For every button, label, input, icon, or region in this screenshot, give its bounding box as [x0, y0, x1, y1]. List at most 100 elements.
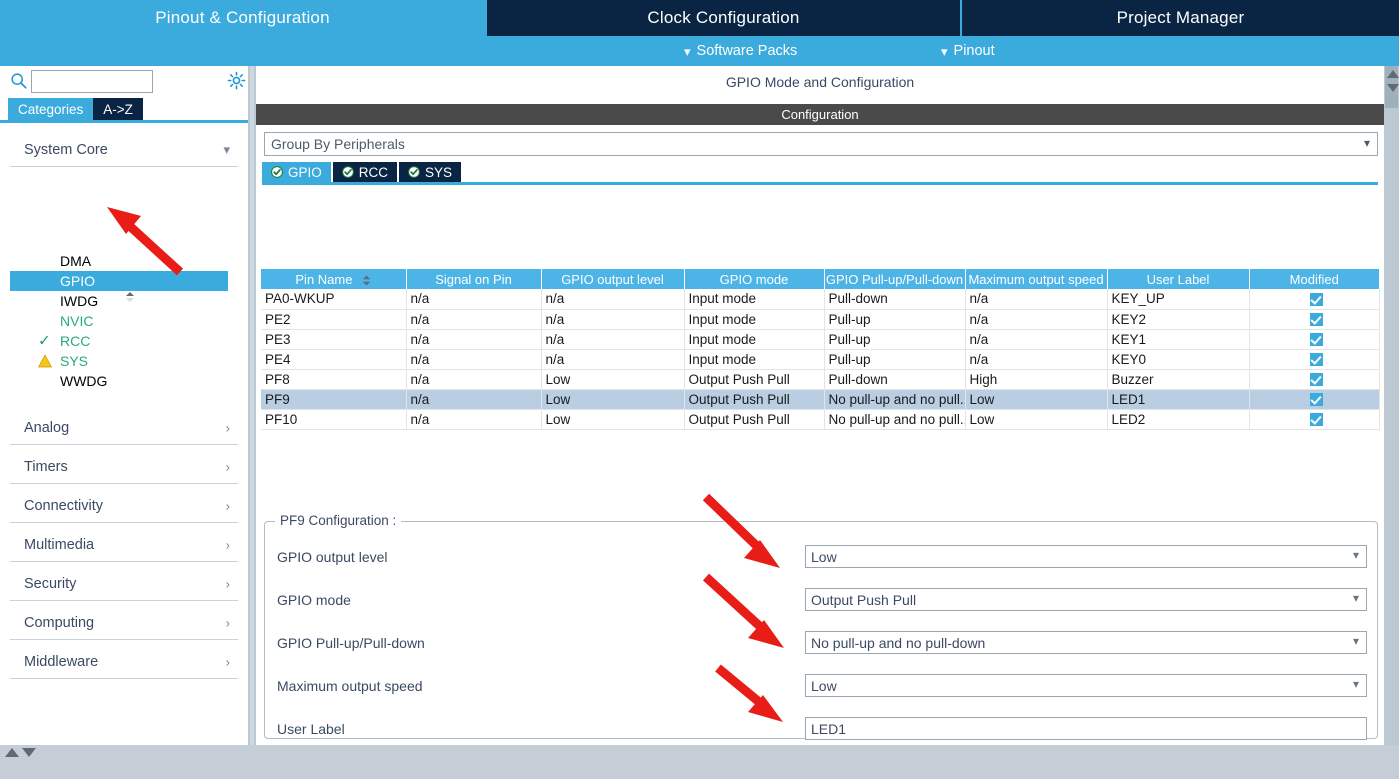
menu-pinout[interactable]: ▾ Pinout: [941, 43, 995, 59]
pin-table-container[interactable]: Pin Name Signal on Pin GPIO output level…: [261, 269, 1380, 430]
gpio-output-level-select[interactable]: Low ▾: [805, 545, 1367, 568]
gpio-mode-select[interactable]: Output Push Pull ▾: [805, 588, 1367, 611]
panel-splitter-handle[interactable]: [250, 66, 254, 745]
col-gpio-pull-up-pull-down[interactable]: GPIO Pull-up/Pull-down: [824, 269, 966, 289]
configuration-band: Configuration: [256, 104, 1384, 125]
cell-modified[interactable]: [1249, 309, 1380, 330]
tab-rcc[interactable]: RCC: [332, 162, 398, 182]
sidebar-group-multimedia-header[interactable]: Multimedia ›: [10, 528, 238, 562]
tab-clock-configuration[interactable]: Clock Configuration: [487, 0, 960, 36]
tab-a-to-z[interactable]: A->Z: [93, 98, 143, 120]
field-gpio-pull-up-pull-down: GPIO Pull-up/Pull-down No pull-up and no…: [265, 628, 1379, 658]
cell-modified[interactable]: [1249, 349, 1380, 370]
tab-project-manager[interactable]: Project Manager: [962, 0, 1399, 36]
col-user-label[interactable]: User Label: [1107, 269, 1250, 289]
tab-pinout-configuration[interactable]: Pinout & Configuration: [0, 0, 485, 36]
sidebar-group-middleware[interactable]: Middleware ›: [10, 645, 238, 679]
sidebar-group-middleware-header[interactable]: Middleware ›: [10, 645, 238, 679]
sort-arrows-icon[interactable]: [362, 275, 371, 286]
table-row[interactable]: PE2 n/a n/a Input mode Pull-up n/a KEY2: [261, 309, 1380, 330]
sidebar-group-security[interactable]: Security ›: [10, 567, 238, 601]
gpio-pull-up-pull-down-select[interactable]: No pull-up and no pull-down ▾: [805, 631, 1367, 654]
chevron-right-icon: ›: [225, 615, 230, 630]
modified-checkbox[interactable]: [1309, 393, 1323, 407]
bottom-scroll-arrows[interactable]: [5, 748, 36, 757]
field-gpio-mode: GPIO mode Output Push Pull ▾: [265, 585, 1379, 615]
col-gpio-output-level[interactable]: GPIO output level: [541, 269, 685, 289]
sidebar-item-rcc[interactable]: ✓ RCC: [10, 331, 228, 351]
cell-signal: n/a: [406, 329, 542, 350]
table-row[interactable]: PE4 n/a n/a Input mode Pull-up n/a KEY0: [261, 349, 1380, 370]
sidebar-item-iwdg[interactable]: IWDG: [10, 291, 228, 311]
cell-modified[interactable]: [1249, 409, 1380, 430]
sidebar-group-multimedia[interactable]: Multimedia ›: [10, 528, 238, 562]
cell-speed: n/a: [965, 289, 1108, 310]
sidebar-item-wwdg[interactable]: WWDG: [10, 371, 228, 391]
modified-checkbox[interactable]: [1309, 413, 1323, 427]
cell-speed: n/a: [965, 349, 1108, 370]
sidebar-group-timers-header[interactable]: Timers ›: [10, 450, 238, 484]
sidebar-item-wwdg-label: WWDG: [60, 373, 108, 389]
sidebar-group-computing[interactable]: Computing ›: [10, 606, 238, 640]
tab-gpio[interactable]: GPIO: [262, 162, 331, 182]
scroll-down-icon[interactable]: [22, 748, 36, 757]
col-modified[interactable]: Modified: [1249, 269, 1379, 289]
modified-checkbox[interactable]: [1309, 313, 1323, 327]
cell-modified[interactable]: [1249, 289, 1380, 310]
col-pin-name[interactable]: Pin Name: [261, 269, 407, 289]
table-row[interactable]: PF10 n/a Low Output Push Pull No pull-up…: [261, 409, 1380, 430]
sidebar-group-system-core[interactable]: System Core ▾: [10, 133, 238, 167]
check-circle-icon: [271, 166, 283, 178]
sidebar-group-connectivity[interactable]: Connectivity ›: [10, 489, 238, 523]
col-gpio-mode[interactable]: GPIO mode: [684, 269, 825, 289]
table-row[interactable]: PE3 n/a n/a Input mode Pull-up n/a KEY1: [261, 329, 1380, 350]
search-icon[interactable]: [10, 72, 28, 90]
cell-speed: Low: [965, 389, 1108, 410]
sidebar-group-analog-header[interactable]: Analog ›: [10, 411, 238, 445]
cell-modified[interactable]: [1249, 369, 1380, 390]
panel-splitter[interactable]: [248, 66, 256, 745]
sidebar-item-nvic[interactable]: NVIC: [10, 311, 228, 331]
sidebar-group-system-core-header[interactable]: System Core ▾: [10, 133, 238, 167]
cell-pull: Pull-up: [824, 309, 966, 330]
group-by-dropdown[interactable]: Group By Peripherals ▾: [264, 132, 1378, 156]
scroll-up-icon[interactable]: [5, 748, 19, 757]
sidebar-item-sys[interactable]: SYS: [10, 351, 228, 371]
check-circle-icon: [341, 166, 354, 178]
scroll-up-icon[interactable]: [1387, 70, 1399, 78]
sidebar-group-analog[interactable]: Analog ›: [10, 411, 238, 445]
vertical-scrollbar[interactable]: [1384, 66, 1399, 745]
modified-checkbox[interactable]: [1309, 293, 1323, 307]
cell-modified[interactable]: [1249, 389, 1380, 410]
page-title: GPIO Mode and Configuration: [256, 66, 1384, 98]
sidebar-group-connectivity-header[interactable]: Connectivity ›: [10, 489, 238, 523]
modified-checkbox[interactable]: [1309, 333, 1323, 347]
table-row[interactable]: PF9 n/a Low Output Push Pull No pull-up …: [261, 389, 1380, 410]
modified-checkbox[interactable]: [1309, 353, 1323, 367]
col-signal-on-pin[interactable]: Signal on Pin: [406, 269, 542, 289]
cell-modified[interactable]: [1249, 329, 1380, 350]
cell-pin-name: PE2: [261, 309, 407, 330]
col-maximum-output-speed[interactable]: Maximum output speed: [965, 269, 1108, 289]
table-row[interactable]: PF8 n/a Low Output Push Pull Pull-down H…: [261, 369, 1380, 390]
maximum-output-speed-select[interactable]: Low ▾: [805, 674, 1367, 697]
gear-icon[interactable]: [227, 71, 246, 90]
sidebar-item-gpio[interactable]: GPIO: [10, 271, 228, 291]
table-row[interactable]: PA0-WKUP n/a n/a Input mode Pull-down n/…: [261, 289, 1380, 310]
sidebar-group-security-header[interactable]: Security ›: [10, 567, 238, 601]
cell-output-level: n/a: [541, 349, 685, 370]
scrollbar-thumb[interactable]: [1385, 66, 1399, 108]
chevron-right-icon: ›: [225, 459, 230, 474]
pin-configuration-legend: PF9 Configuration :: [275, 513, 402, 528]
menu-software-packs[interactable]: ▾ Software Packs: [684, 43, 797, 59]
tab-categories[interactable]: Categories: [8, 98, 94, 120]
sidebar-item-dma[interactable]: DMA: [10, 251, 228, 271]
sidebar-group-computing-header[interactable]: Computing ›: [10, 606, 238, 640]
chevron-right-icon: ›: [225, 537, 230, 552]
user-label-input[interactable]: LED1: [805, 717, 1367, 740]
sidebar-group-timers[interactable]: Timers ›: [10, 450, 238, 484]
tab-sys[interactable]: SYS: [399, 162, 462, 182]
search-input[interactable]: [31, 70, 153, 93]
scroll-down-icon[interactable]: [1387, 84, 1399, 92]
modified-checkbox[interactable]: [1309, 373, 1323, 387]
